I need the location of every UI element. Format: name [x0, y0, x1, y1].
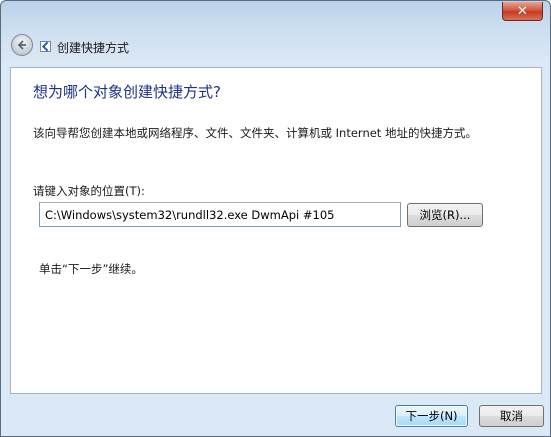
window-title: 创建快捷方式 — [57, 41, 130, 55]
cancel-button[interactable]: 取消 — [479, 405, 544, 427]
browse-button[interactable]: 浏览(R)... — [407, 203, 483, 227]
shortcut-icon — [40, 41, 51, 52]
wizard-content-panel — [10, 67, 542, 394]
back-button[interactable] — [11, 34, 33, 56]
location-input[interactable] — [39, 202, 401, 227]
location-label: 请键入对象的位置(T): — [33, 184, 145, 198]
close-button[interactable]: ✕ — [502, 2, 543, 21]
continue-hint: 单击“下一步”继续。 — [39, 262, 143, 276]
back-arrow-icon — [17, 40, 26, 50]
wizard-description: 该向导帮您创建本地或网络程序、文件、文件夹、计算机或 Internet 地址的快… — [33, 126, 477, 140]
next-button[interactable]: 下一步(N) — [395, 405, 468, 427]
page-heading: 想为哪个对象创建快捷方式? — [33, 83, 221, 101]
